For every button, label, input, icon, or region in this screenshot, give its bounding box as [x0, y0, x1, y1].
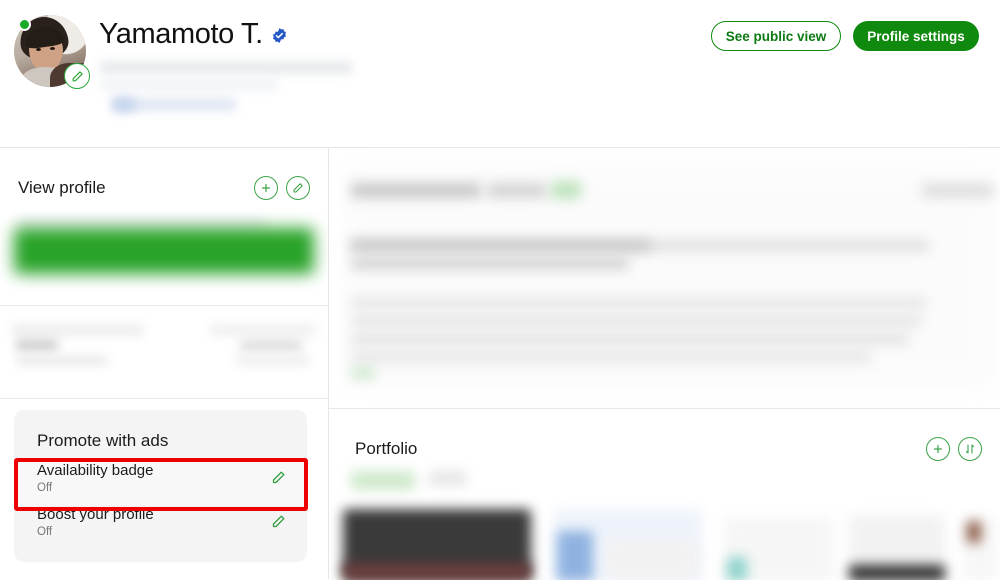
plus-icon[interactable] [254, 176, 278, 200]
blurred-text-line [351, 316, 921, 326]
blurred-chip [429, 471, 467, 486]
promote-item-availability-badge[interactable]: Availability badge Off [14, 461, 307, 505]
pencil-edit-icon[interactable] [271, 470, 287, 486]
main-content: Portfolio [329, 148, 1000, 580]
portfolio-panel: Portfolio [329, 409, 1000, 580]
view-profile-actions [254, 176, 310, 200]
sort-arrows-icon[interactable] [958, 437, 982, 461]
promote-with-ads-panel: Promote with ads Availability badge Off … [0, 399, 328, 579]
blurred-heading [351, 183, 481, 198]
blurred-chip [351, 471, 415, 490]
see-public-view-button[interactable]: See public view [711, 21, 841, 51]
blurred-text-line [351, 240, 651, 251]
header-blurred-text-line [100, 80, 278, 89]
header-blurred-badge [113, 98, 135, 111]
promote-item-label: Availability badge [37, 462, 154, 479]
promote-item-boost-your-profile[interactable]: Boost your profile Off [14, 505, 307, 549]
portfolio-actions [926, 437, 982, 461]
promote-item-label: Boost your profile [37, 506, 154, 523]
promote-item-status: Off [37, 526, 53, 538]
blurred-text-line [351, 352, 871, 362]
portfolio-item-thumbnail [727, 557, 747, 580]
blurred-text-line [236, 356, 310, 365]
portfolio-item-thumbnail [343, 563, 531, 580]
plus-icon[interactable] [926, 437, 950, 461]
blurred-text-line [351, 334, 909, 344]
stats-panel [0, 306, 328, 399]
online-status-dot [18, 18, 31, 31]
portfolio-item-thumbnail [557, 531, 593, 580]
about-panel [329, 148, 1000, 409]
portfolio-item-thumbnail [849, 565, 945, 580]
blurred-text-line [351, 298, 927, 308]
avatar-edit-pencil-icon[interactable] [64, 63, 90, 89]
blurred-text-line [351, 258, 629, 269]
blurred-text-line [12, 324, 144, 336]
verified-badge-icon [271, 27, 288, 44]
view-profile-header: View profile [18, 176, 310, 200]
profile-page: Yamamoto T. See public view Profile sett… [0, 0, 1000, 580]
blurred-green-banner [14, 228, 314, 274]
portfolio-item-thumbnail [967, 521, 981, 543]
pencil-edit-icon[interactable] [271, 514, 287, 530]
blurred-text-line [240, 340, 302, 351]
promote-card: Promote with ads Availability badge Off … [14, 410, 307, 562]
blurred-badge [551, 181, 581, 199]
profile-settings-button[interactable]: Profile settings [853, 21, 979, 51]
sidebar: View profile Promote with ads Availabili… [0, 148, 329, 579]
promote-item-status: Off [37, 482, 53, 494]
portfolio-header: Portfolio [355, 437, 982, 461]
blurred-text-line [16, 356, 108, 365]
blurred-action [922, 184, 994, 197]
page-title: Yamamoto T. [99, 18, 263, 50]
pencil-edit-icon[interactable] [286, 176, 310, 200]
blurred-heading [487, 183, 547, 198]
promote-with-ads-title: Promote with ads [37, 431, 169, 450]
blurred-badge [351, 367, 375, 379]
portfolio-title: Portfolio [355, 439, 418, 458]
avatar[interactable] [14, 15, 90, 89]
page-body: View profile Promote with ads Availabili… [0, 148, 1000, 580]
portfolio-item-thumbnail [605, 539, 697, 579]
blurred-text-line [210, 324, 316, 336]
view-profile-panel: View profile [0, 148, 328, 306]
header-blurred-text-line [100, 62, 352, 73]
view-profile-title: View profile [18, 178, 106, 197]
profile-header: Yamamoto T. See public view Profile sett… [0, 0, 1000, 148]
blurred-text-line [16, 339, 58, 351]
